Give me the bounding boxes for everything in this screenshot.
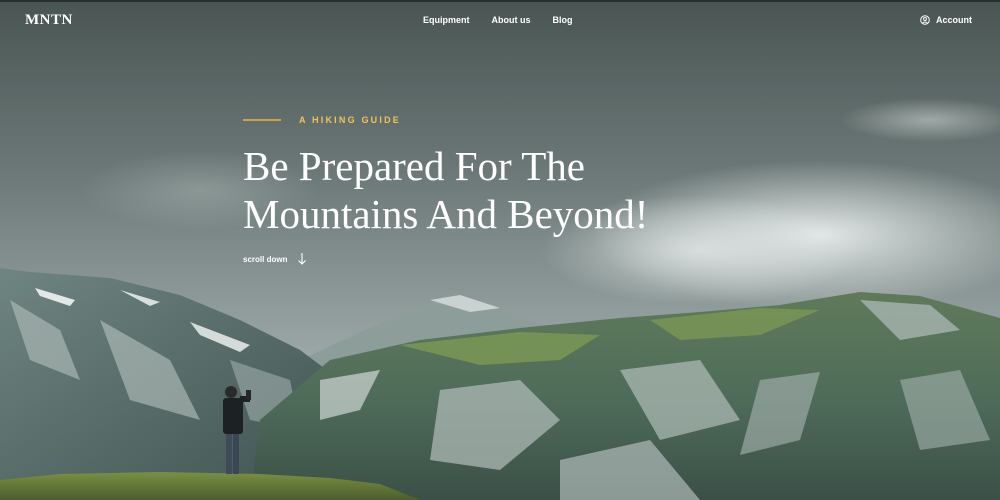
hero-title-line-1: Be Prepared For The (243, 143, 585, 189)
scroll-down-link[interactable]: scroll down (243, 252, 307, 266)
hero-title: Be Prepared For The Mountains And Beyond… (243, 142, 803, 238)
brand-logo[interactable]: MNTN (25, 12, 73, 29)
hero-section: MNTN Equipment About us Blog Account A H… (0, 0, 1000, 500)
scroll-down-label: scroll down (243, 254, 288, 264)
eyebrow-divider (243, 119, 281, 121)
nav-item-about-us[interactable]: About us (492, 15, 531, 25)
main-nav: Equipment About us Blog (423, 15, 573, 25)
eyebrow-text: A HIKING GUIDE (299, 115, 401, 125)
nav-item-equipment[interactable]: Equipment (423, 15, 470, 25)
account-label: Account (936, 15, 972, 25)
hero-background-image (0, 0, 1000, 500)
nav-item-blog[interactable]: Blog (553, 15, 573, 25)
top-navigation-bar: MNTN Equipment About us Blog Account (0, 0, 1000, 40)
user-circle-icon (920, 15, 930, 25)
arrow-down-icon (298, 253, 307, 265)
hero-title-line-2: Mountains And Beyond! (243, 191, 649, 237)
account-link[interactable]: Account (920, 15, 972, 25)
hero-eyebrow: A HIKING GUIDE (243, 115, 401, 125)
